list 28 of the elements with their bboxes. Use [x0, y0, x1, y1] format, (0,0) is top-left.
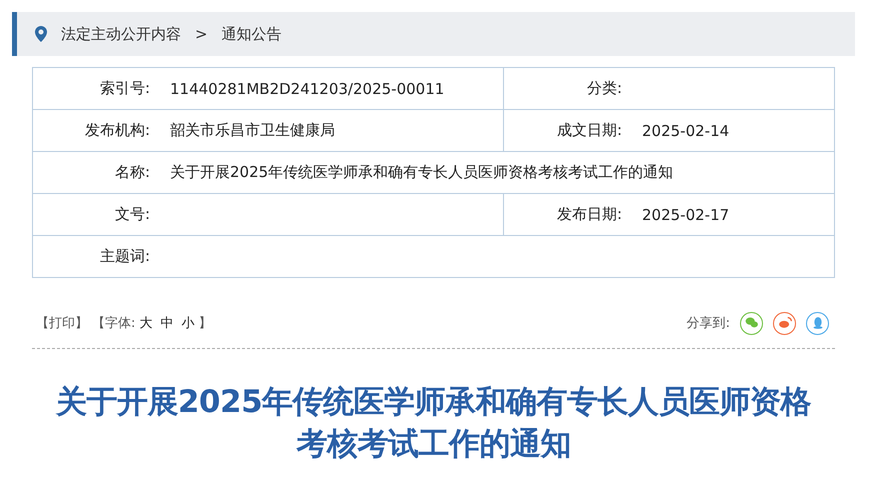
field-value: 2025-02-14	[642, 122, 730, 140]
share-button[interactable]	[773, 312, 796, 334]
breadcrumb-separator: >	[195, 25, 208, 43]
print-link[interactable]: 【打印】	[36, 314, 88, 332]
field-label: 发布机构:	[84, 121, 150, 140]
font-size-label: 【字体:	[92, 315, 136, 332]
field-value: 关于开展2025年传统医学师承和确有专长人员医师资格考核考试工作的通知	[170, 163, 674, 182]
breadcrumb-link[interactable]: 通知公告	[222, 24, 282, 44]
field-label: 主题词:	[98, 247, 150, 266]
field-value: 韶关市乐昌市卫生健康局	[170, 121, 335, 140]
field-value: 2025-02-17	[642, 206, 730, 224]
field-value: 11440281MB2D241203/2025-00011	[170, 80, 444, 98]
field-label: 索引号:	[98, 79, 150, 98]
font-size-link[interactable]: 小	[181, 314, 194, 332]
share-button[interactable]	[806, 312, 829, 334]
font-size-link[interactable]: 中	[160, 314, 174, 332]
field-label: 成文日期:	[556, 121, 622, 140]
field-label: 发布日期:	[556, 205, 622, 224]
article-title: 关于开展2025年传统医学师承和确有专长人员医师资格 考核考试工作的通知	[54, 383, 812, 464]
field-label: 文号:	[114, 205, 150, 224]
bracket-text: 】	[198, 315, 212, 332]
breadcrumb-link[interactable]: 法定主动公开内容	[61, 24, 181, 44]
field-label: 分类:	[586, 79, 622, 98]
font-size-link[interactable]: 大	[139, 314, 152, 332]
location-pin-icon	[35, 26, 47, 42]
share-button[interactable]	[740, 312, 763, 334]
share-label: 分享到:	[686, 315, 730, 332]
field-label: 名称:	[114, 163, 150, 182]
